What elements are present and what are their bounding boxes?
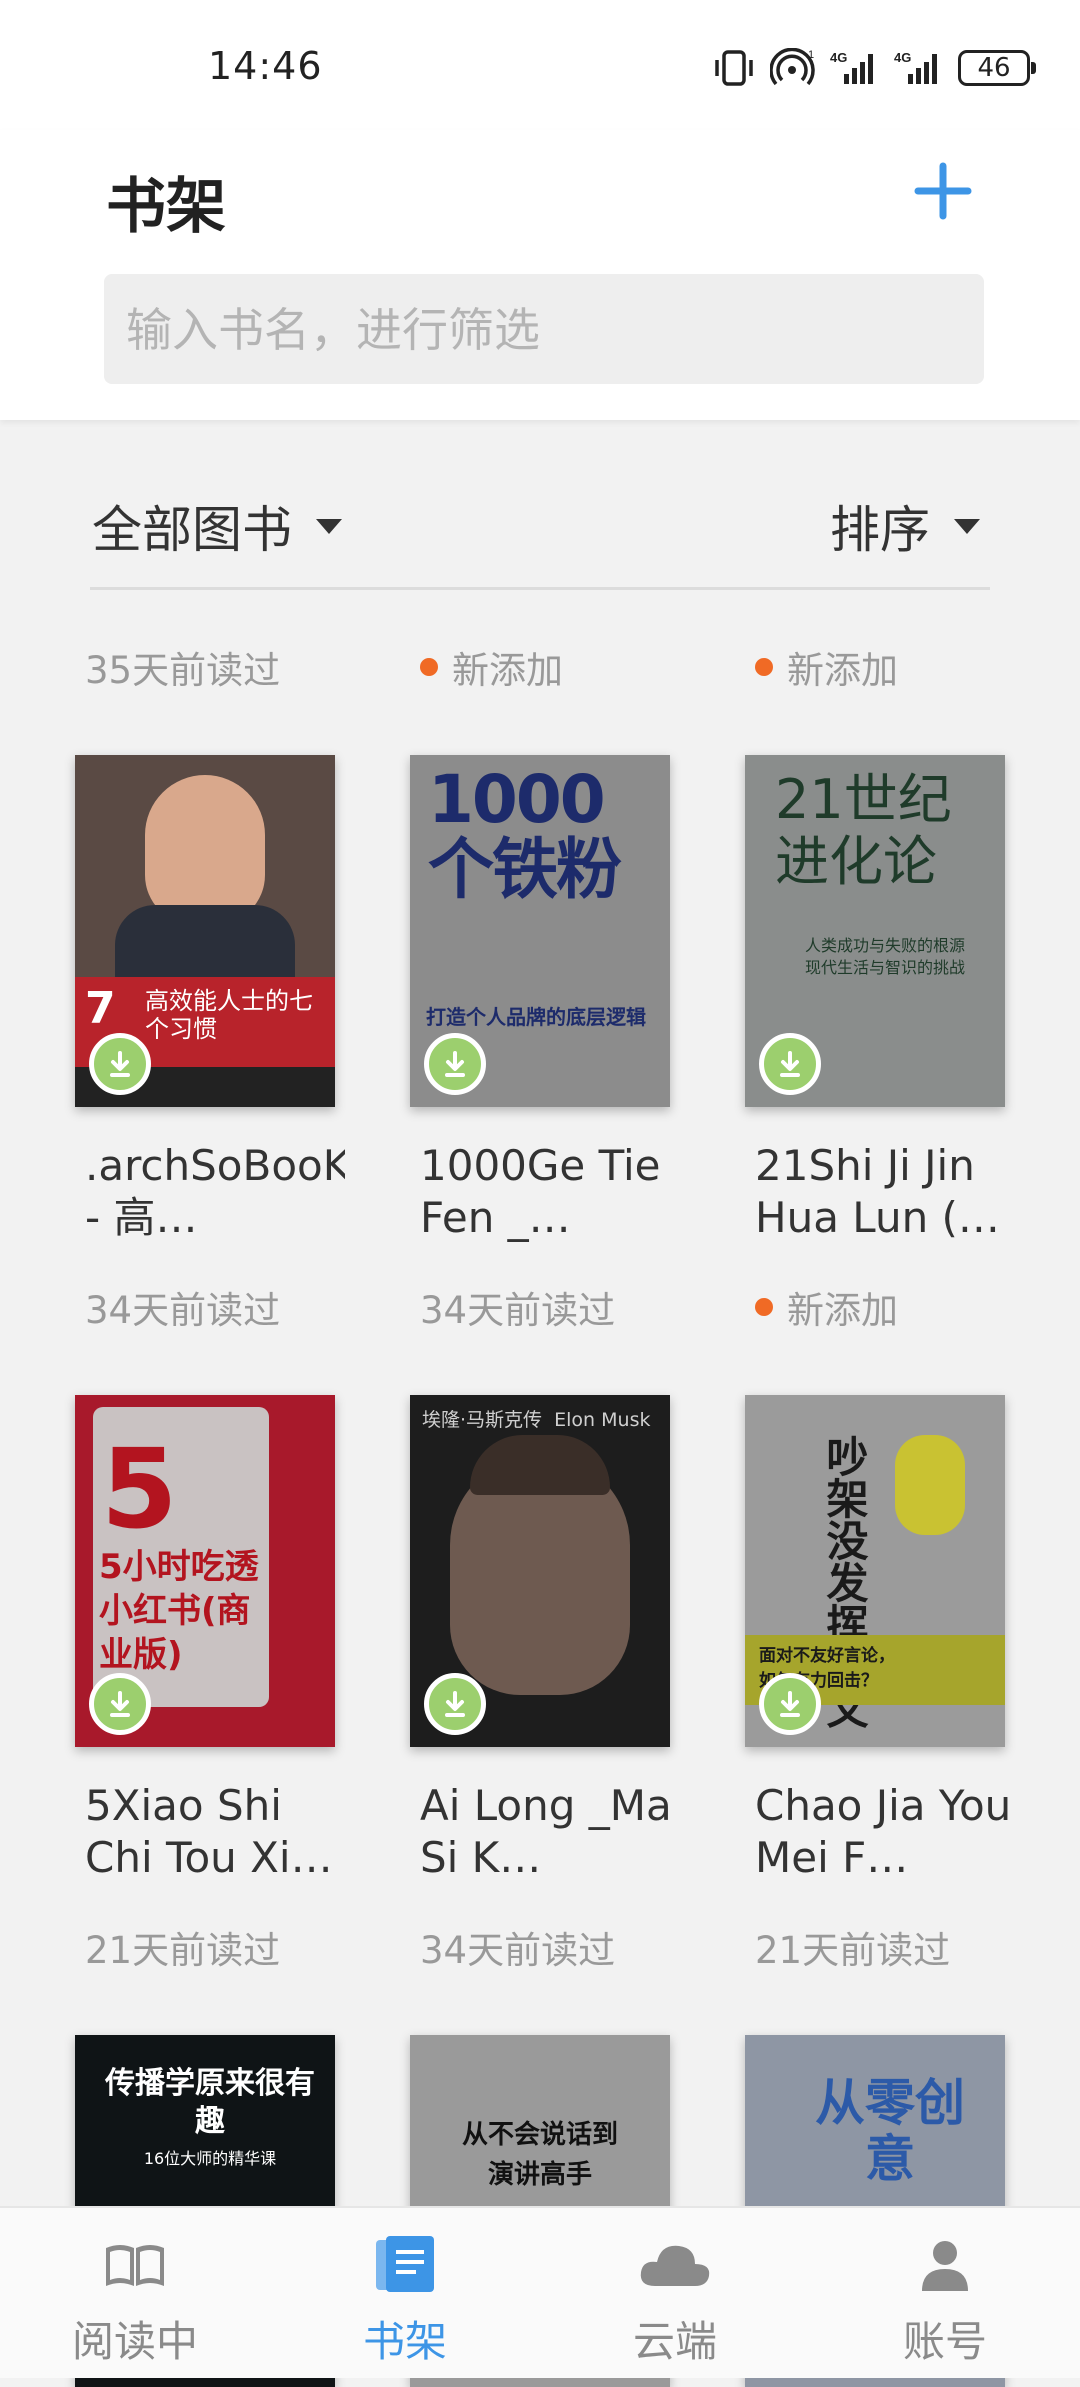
book-cover[interactable]: 5 5小时吃透小红书(商业版) bbox=[75, 1395, 335, 1747]
nav-label: 书架 bbox=[362, 2317, 447, 2366]
nav-label: 阅读中 bbox=[71, 2317, 198, 2366]
cover-title: 从零创意 bbox=[815, 2074, 965, 2188]
person-icon bbox=[922, 2241, 968, 2291]
cover-subtitle: 16位大师的精华课 bbox=[143, 2149, 277, 2168]
svg-text:4G: 4G bbox=[830, 50, 847, 65]
book-status: 新添加 bbox=[755, 640, 898, 694]
book-status: 新添加 bbox=[755, 1280, 898, 1334]
book-title: .archSoBooKs.cc - 高… bbox=[85, 1141, 345, 1242]
book-cover[interactable]: 1000个铁粉 打造个人品牌的底层逻辑 bbox=[410, 755, 670, 1107]
download-button[interactable] bbox=[89, 1033, 151, 1095]
book-status: 34天前读过 bbox=[420, 1929, 616, 1972]
cover-title: 21世纪进化论 bbox=[775, 768, 952, 893]
divider bbox=[90, 587, 990, 590]
status-icons: 1 4G 4G 46 bbox=[712, 46, 1036, 90]
chevron-down-icon bbox=[954, 518, 980, 534]
bottom-nav: 阅读中 书架 云端 账号 bbox=[0, 2206, 1080, 2378]
new-dot bbox=[755, 658, 773, 676]
svg-text:1: 1 bbox=[808, 49, 814, 61]
add-book-button[interactable] bbox=[908, 156, 978, 226]
hotspot-icon: 1 bbox=[770, 48, 815, 86]
download-button[interactable] bbox=[89, 1673, 151, 1735]
status-time: 14:46 bbox=[208, 44, 323, 88]
book-status: 21天前读过 bbox=[85, 1929, 281, 1972]
download-button[interactable] bbox=[424, 1033, 486, 1095]
download-button[interactable] bbox=[759, 1033, 821, 1095]
new-dot bbox=[755, 1298, 773, 1316]
status-bar: 14:46 1 4G 4G 46 bbox=[0, 0, 1080, 130]
category-label: 全部图书 bbox=[92, 501, 292, 559]
book-status: 新添加 bbox=[420, 640, 563, 694]
nav-account[interactable]: 账号 bbox=[810, 2208, 1080, 2378]
cover-portrait bbox=[145, 775, 265, 925]
book-title: Chao Jia You Mei F… bbox=[755, 1781, 1012, 1882]
book-cover[interactable]: 吵架没发挥好又 面对不友好言论，如何有力回击？ bbox=[745, 1395, 1005, 1747]
download-icon bbox=[110, 1691, 130, 1717]
book-status: 34天前读过 bbox=[420, 1289, 616, 1332]
nav-reading[interactable]: 阅读中 bbox=[0, 2208, 270, 2378]
bookshelf-icon bbox=[376, 2236, 434, 2292]
book-title: 1000Ge Tie Fen _… bbox=[420, 1141, 661, 1242]
download-icon bbox=[445, 1051, 465, 1077]
cover-title: 高效能人士的七个习惯 bbox=[145, 987, 313, 1043]
new-dot bbox=[420, 658, 438, 676]
category-dropdown[interactable]: 全部图书 bbox=[92, 490, 342, 562]
vibrate-icon bbox=[715, 50, 753, 86]
download-icon bbox=[110, 1051, 130, 1077]
cloud-icon bbox=[640, 2245, 710, 2286]
book-title: 21Shi Ji Jin Hua Lun (… bbox=[755, 1141, 1000, 1242]
cover-title: 从不会说话到演讲高手 bbox=[461, 2120, 618, 2190]
book-cover[interactable]: 埃隆·马斯克传 Elon Musk bbox=[410, 1395, 670, 1747]
nav-label: 云端 bbox=[632, 2317, 717, 2366]
book-status: 34天前读过 bbox=[85, 1289, 281, 1332]
signal-4g-icon: 4G bbox=[830, 50, 873, 84]
download-button[interactable] bbox=[424, 1673, 486, 1735]
book-status: 35天前读过 bbox=[85, 649, 281, 692]
cover-title: 传播学原来很有趣 bbox=[105, 2066, 315, 2139]
header: 书架 bbox=[0, 130, 1080, 420]
cover-title: 5小时吃透小红书(商业版) bbox=[99, 1547, 259, 1675]
book-cover[interactable]: 21世纪进化论 人类成功与失败的根源 现代生活与智识的挑战 bbox=[745, 755, 1005, 1107]
cover-title: 1000个铁粉 bbox=[428, 761, 622, 908]
battery-level: 46 bbox=[977, 53, 1011, 83]
cover-subtitle: 打造个人品牌的底层逻辑 bbox=[426, 1005, 646, 1029]
nav-bookshelf[interactable]: 书架 bbox=[270, 2208, 540, 2378]
sort-dropdown[interactable]: 排序 bbox=[830, 490, 980, 562]
battery-icon: 46 bbox=[958, 50, 1036, 86]
cover-title: 埃隆·马斯克传 bbox=[422, 1409, 543, 1431]
nav-cloud[interactable]: 云端 bbox=[540, 2208, 810, 2378]
sort-label: 排序 bbox=[830, 501, 930, 559]
search-box bbox=[104, 274, 984, 386]
download-icon bbox=[780, 1051, 800, 1077]
cover-subtitle: 人类成功与失败的根源 现代生活与智识的挑战 bbox=[805, 936, 966, 977]
signal-4g-icon-2: 4G bbox=[894, 50, 937, 84]
cover-suit bbox=[115, 905, 295, 985]
book-title: Ai Long _Ma Si K… bbox=[420, 1781, 672, 1882]
book-title: 5Xiao Shi Chi Tou Xi… bbox=[85, 1781, 333, 1882]
download-icon bbox=[780, 1691, 800, 1717]
page-title: 书架 bbox=[106, 172, 226, 242]
cover-subtitle: Elon Musk bbox=[554, 1409, 651, 1431]
book-cover[interactable]: 7 高效能人士的七个习惯 bbox=[75, 755, 335, 1107]
download-icon bbox=[445, 1691, 465, 1717]
search-input[interactable] bbox=[124, 274, 968, 386]
chevron-down-icon bbox=[316, 518, 342, 534]
open-book-icon bbox=[106, 2245, 164, 2286]
svg-text:4G: 4G bbox=[894, 50, 911, 65]
book-status: 21天前读过 bbox=[755, 1929, 951, 1972]
nav-label: 账号 bbox=[902, 2317, 987, 2366]
download-button[interactable] bbox=[759, 1673, 821, 1735]
